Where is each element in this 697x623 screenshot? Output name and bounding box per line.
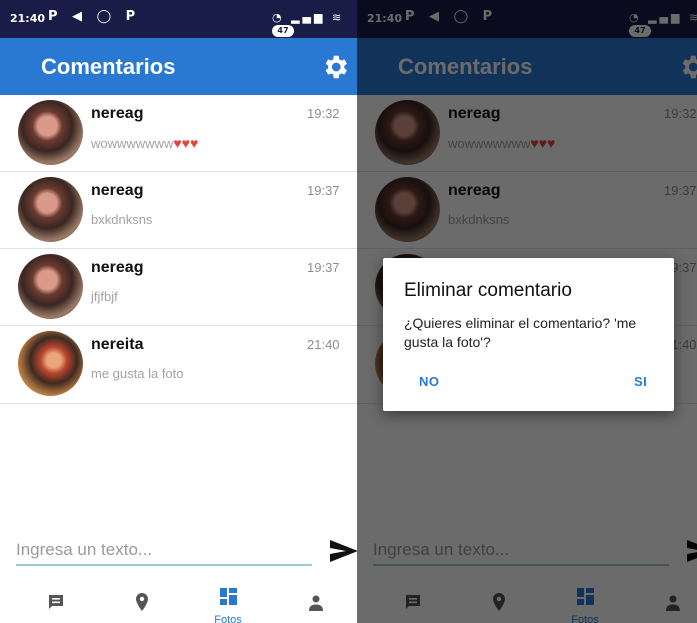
comment-text: jfjfbjf bbox=[91, 289, 118, 304]
app-bar: Comentarios bbox=[0, 38, 357, 95]
dialog-title: Eliminar comentario bbox=[404, 280, 572, 301]
dialog-message: ¿Quieres eliminar el comentario? 'me gus… bbox=[404, 315, 637, 350]
grid-icon bbox=[220, 588, 237, 605]
comment-item[interactable]: nereita me gusta la foto 21:40 bbox=[0, 326, 357, 404]
cancel-button[interactable]: NO bbox=[419, 374, 440, 389]
confirm-delete-button[interactable]: SI bbox=[634, 374, 647, 389]
comment-username: nereita bbox=[91, 336, 144, 353]
location-icon bbox=[136, 593, 148, 611]
avatar bbox=[18, 331, 83, 396]
page-title: Comentarios bbox=[41, 54, 176, 79]
status-time: 21:40 bbox=[10, 12, 46, 25]
comment-text: wowwwwwww♥♥♥ bbox=[91, 135, 199, 151]
comment-time: 19:37 bbox=[307, 183, 340, 198]
notification-icons: P ◀ ◯ P bbox=[48, 9, 141, 24]
bottom-navigation: Fotos bbox=[0, 582, 357, 623]
comment-time: 21:40 bbox=[307, 337, 340, 352]
send-icon[interactable] bbox=[330, 540, 357, 562]
delete-dialog-screen: 21:40 P ◀ ◯ P ◔ ▂▄▆ ≋ 47 Comentarios ner… bbox=[357, 0, 697, 623]
emoji-icon: ♥♥♥ bbox=[173, 135, 199, 151]
comment-icon bbox=[49, 595, 63, 609]
comment-text: bxkdnksns bbox=[91, 212, 153, 227]
comment-list: nereag wowwwwwww♥♥♥ 19:32 nereag bxkdnks… bbox=[0, 95, 357, 404]
avatar bbox=[18, 177, 83, 242]
avatar bbox=[18, 254, 83, 319]
delete-comment-dialog: Eliminar comentario ¿Quieres eliminar el… bbox=[383, 258, 674, 411]
nav-item-location[interactable] bbox=[112, 582, 172, 623]
nav-item-fotos[interactable]: Fotos bbox=[198, 582, 258, 623]
nav-label: Fotos bbox=[214, 614, 242, 623]
settings-gear-icon[interactable] bbox=[320, 52, 350, 82]
nav-item-comments[interactable] bbox=[26, 582, 86, 623]
comment-time: 19:32 bbox=[307, 106, 340, 121]
comment-input-wrapper bbox=[16, 536, 312, 566]
comment-time: 19:37 bbox=[307, 260, 340, 275]
avatar bbox=[18, 100, 83, 165]
comment-item[interactable]: nereag bxkdnksns 19:37 bbox=[0, 172, 357, 249]
nav-item-profile[interactable] bbox=[286, 582, 346, 623]
comment-item[interactable]: nereag wowwwwwww♥♥♥ 19:32 bbox=[0, 95, 357, 172]
comment-username: nereag bbox=[91, 105, 144, 122]
comment-username: nereag bbox=[91, 259, 144, 276]
comment-item[interactable]: nereag jfjfbjf 19:37 bbox=[0, 249, 357, 326]
battery-icon: 47 bbox=[272, 25, 294, 37]
comments-screen: 21:40 P ◀ ◯ P ◔ ▂▄▆ ≋ 47 Comentarios ner… bbox=[0, 0, 357, 623]
status-bar: 21:40 P ◀ ◯ P ◔ ▂▄▆ ≋ 47 bbox=[0, 0, 357, 38]
comment-text: me gusta la foto bbox=[91, 366, 184, 381]
system-status-icons: ◔ ▂▄▆ ≋ 47 bbox=[272, 11, 345, 37]
person-icon bbox=[309, 595, 323, 611]
comment-username: nereag bbox=[91, 182, 144, 199]
comment-input[interactable] bbox=[16, 536, 312, 564]
